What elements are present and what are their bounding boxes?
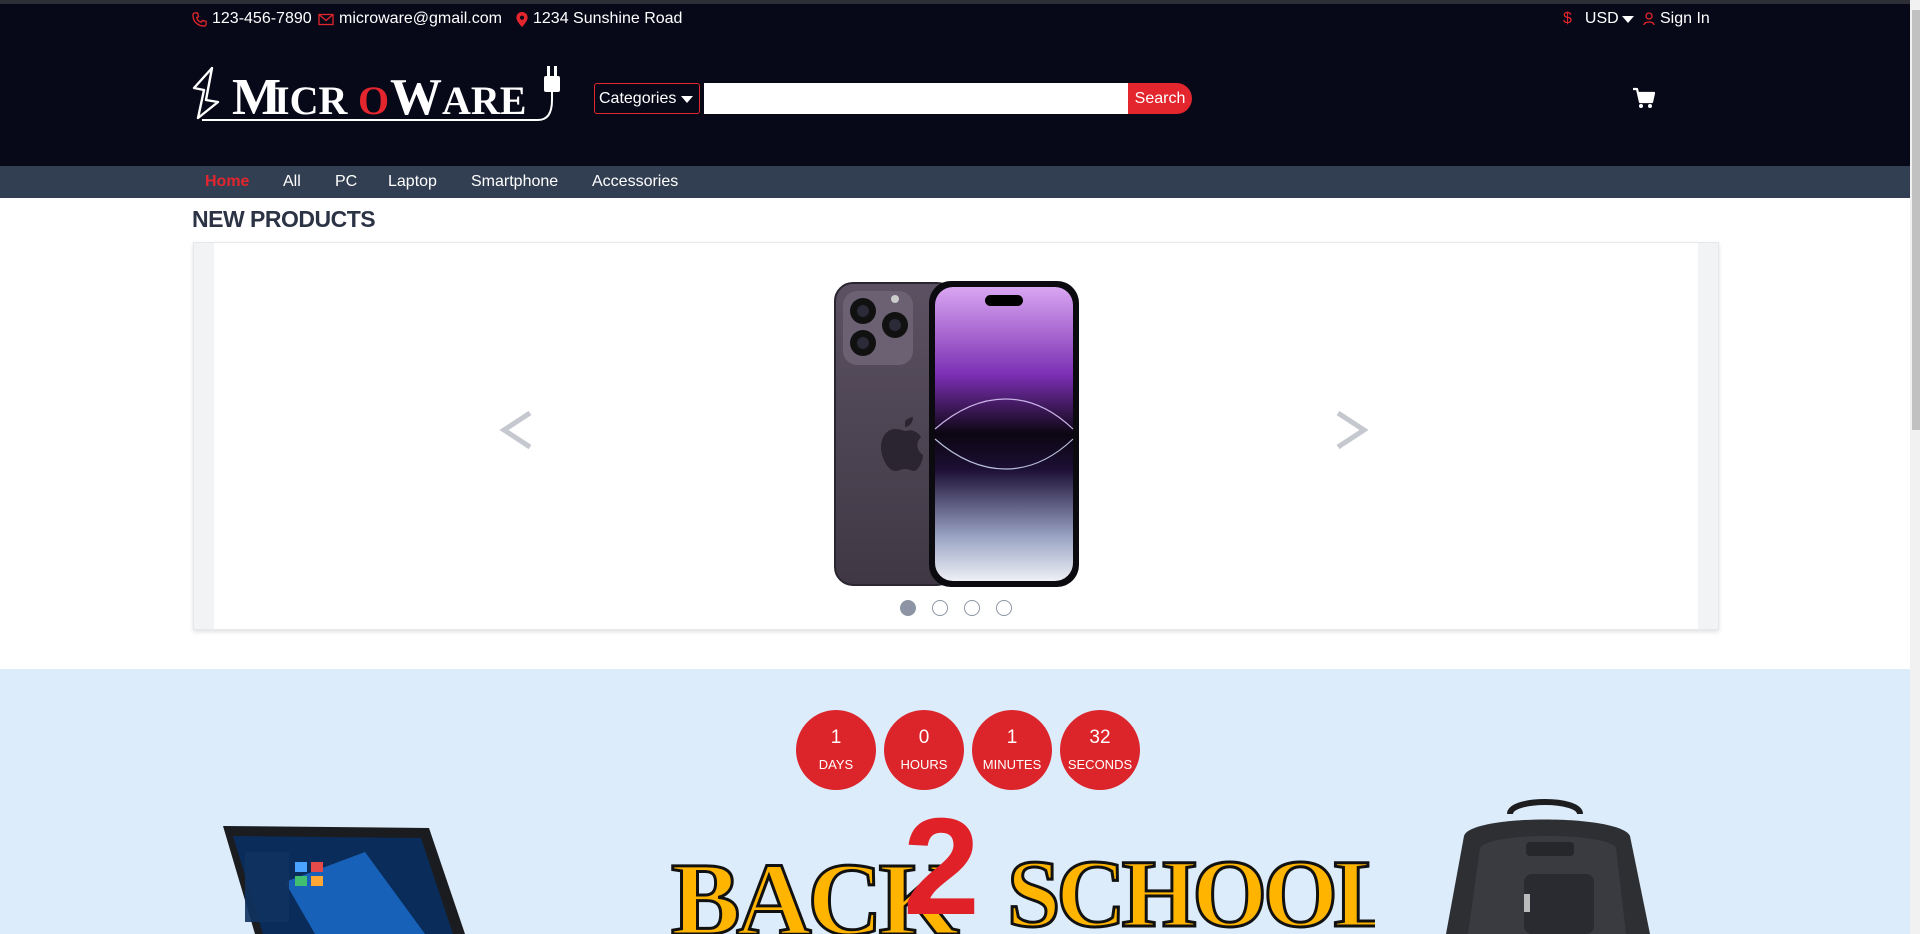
svg-text:ARE: ARE	[442, 78, 526, 123]
carousel-dot-4[interactable]	[996, 600, 1012, 616]
main-nav: Home All PC Laptop Smartphone Accessorie…	[0, 166, 1910, 198]
nav-item-accessories[interactable]: Accessories	[592, 173, 678, 191]
svg-text:SCHOOL: SCHOOL	[1007, 840, 1375, 934]
carousel-prev-arrow[interactable]	[496, 395, 536, 465]
nav-item-all[interactable]: All	[283, 173, 301, 191]
caret-down-icon	[1621, 15, 1634, 23]
nav-item-laptop[interactable]: Laptop	[388, 173, 437, 191]
category-select[interactable]: Categories	[594, 83, 700, 114]
countdown-days: 1 DAYS	[796, 710, 876, 790]
envelope-icon	[318, 13, 334, 25]
user-icon	[1643, 12, 1655, 26]
address-text: 1234 Sunshine Road	[533, 10, 683, 27]
signin-text: Sign In	[1660, 10, 1710, 27]
countdown-minutes-value: 1	[1006, 727, 1018, 748]
carousel-left-edge	[194, 243, 214, 629]
laptop-image[interactable]	[215, 822, 475, 934]
signin-link[interactable]: Sign In	[1643, 10, 1710, 28]
carousel-next-arrow[interactable]	[1332, 395, 1372, 465]
shopping-cart-icon[interactable]	[1632, 86, 1656, 110]
countdown-hours-label: HOURS	[900, 757, 948, 772]
carousel-right-edge	[1698, 243, 1718, 629]
nav-item-smartphone[interactable]: Smartphone	[471, 173, 558, 191]
email-text: microware@gmail.com	[339, 10, 502, 27]
nav-item-pc[interactable]: PC	[335, 173, 357, 191]
page-scrollbar-thumb[interactable]	[1912, 10, 1920, 430]
top-accent-line	[0, 0, 1910, 4]
product-image-smartphone[interactable]	[831, 279, 1081, 589]
backpack-image[interactable]	[1440, 796, 1660, 934]
countdown-minutes-label: MINUTES	[982, 757, 1042, 772]
contact-bar: 123-456-7890 microware@gmail.com 1234 Su…	[192, 10, 1712, 32]
address-contact[interactable]: 1234 Sunshine Road	[516, 10, 682, 28]
phone-text: 123-456-7890	[212, 10, 312, 27]
svg-text:O: O	[358, 78, 389, 123]
currency-selector[interactable]: $ USD	[1563, 10, 1634, 28]
countdown-seconds: 32 SECONDS	[1060, 710, 1140, 790]
countdown-hours: 0 HOURS	[884, 710, 964, 790]
svg-text:M: M	[232, 69, 280, 126]
search-button[interactable]: Search	[1128, 83, 1192, 114]
svg-text:ICR: ICR	[274, 78, 348, 123]
category-select-label: Categories	[599, 90, 677, 107]
search-input[interactable]	[704, 83, 1128, 114]
countdown-minutes: 1 MINUTES	[972, 710, 1052, 790]
dollar-icon: $	[1563, 10, 1572, 27]
phone-contact[interactable]: 123-456-7890	[192, 10, 312, 28]
countdown-days-label: DAYS	[818, 757, 854, 772]
carousel-dot-3[interactable]	[964, 600, 980, 616]
caret-down-icon	[681, 96, 693, 103]
countdown-seconds-label: SECONDS	[1067, 757, 1133, 772]
svg-text:W: W	[390, 69, 442, 126]
countdown-days-value: 1	[830, 727, 842, 748]
header: 123-456-7890 microware@gmail.com 1234 Su…	[0, 0, 1910, 166]
carousel-pagination	[900, 600, 1020, 618]
page: 123-456-7890 microware@gmail.com 1234 Su…	[0, 0, 1920, 934]
countdown-seconds-value: 32	[1089, 727, 1111, 748]
microware-logo[interactable]: M ICR O W ARE	[192, 62, 568, 126]
email-contact[interactable]: microware@gmail.com	[318, 10, 502, 28]
new-products-carousel	[193, 242, 1719, 630]
back2school-banner: BACK 2 SCHOOL	[670, 794, 1376, 934]
phone-icon	[192, 11, 207, 27]
currency-text: USD	[1584, 10, 1619, 27]
nav-item-home[interactable]: Home	[205, 173, 249, 191]
section-title-new-products: NEW PRODUCTS	[192, 206, 376, 232]
carousel-dot-1[interactable]	[900, 600, 916, 616]
countdown-hours-value: 0	[918, 727, 930, 748]
map-pin-icon	[516, 11, 528, 27]
svg-text:2: 2	[903, 794, 980, 934]
carousel-dot-2[interactable]	[932, 600, 948, 616]
